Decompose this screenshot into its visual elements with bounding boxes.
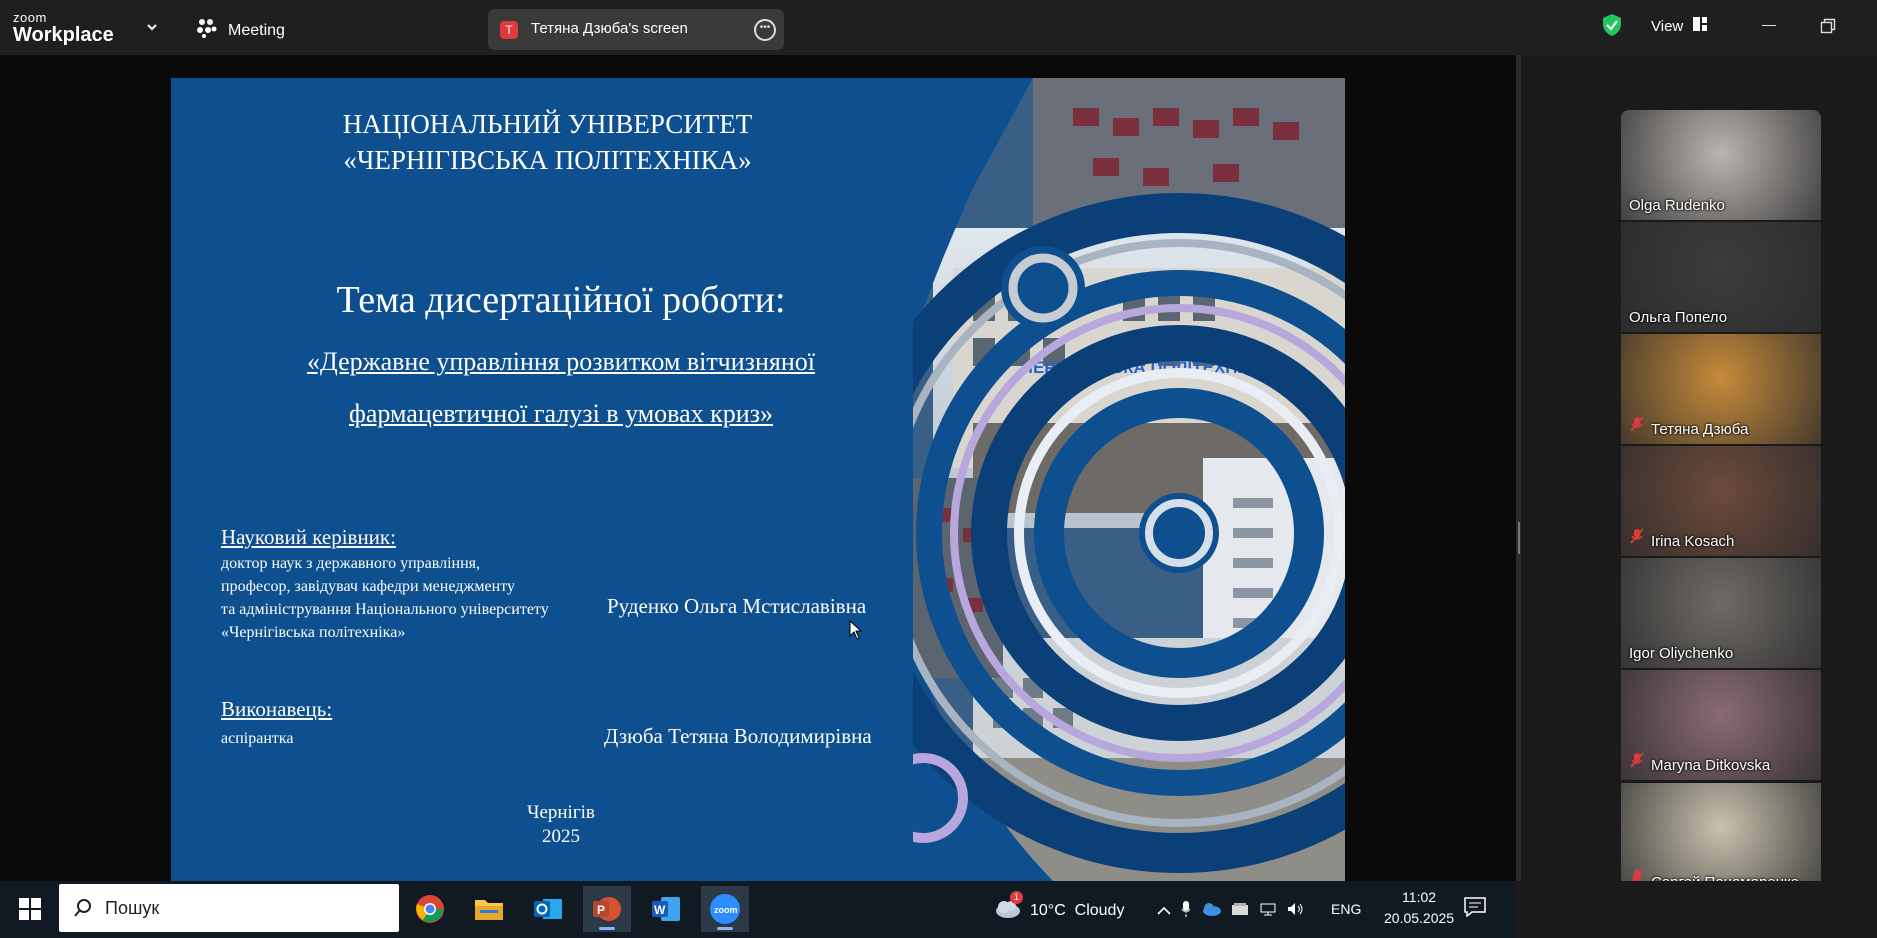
video-tile[interactable]: Olga Rudenko bbox=[1621, 110, 1821, 220]
clock-time: 11:02 bbox=[1402, 889, 1437, 905]
chrome-icon[interactable] bbox=[406, 886, 454, 932]
network-drive-icon[interactable] bbox=[1231, 902, 1249, 921]
security-shield-icon[interactable] bbox=[1602, 13, 1622, 42]
input-language[interactable]: ENG bbox=[1331, 901, 1361, 917]
volume-icon[interactable] bbox=[1287, 902, 1305, 921]
supervisor-desc-line-1: доктор наук з державного управління, bbox=[221, 555, 481, 572]
supervisor-label: Науковий керівник: bbox=[221, 525, 396, 549]
windows-taskbar: Пошук P W zoom 1 10°C Cloudy ENG 11:02 2… bbox=[0, 881, 1516, 938]
meeting-label: Meeting bbox=[228, 21, 285, 39]
mic-muted-icon bbox=[1629, 752, 1645, 773]
city-year: Чернігів 2025 bbox=[171, 801, 951, 849]
powerpoint-icon[interactable]: P bbox=[583, 886, 631, 932]
word-icon[interactable]: W bbox=[642, 886, 690, 932]
university-line-2: «ЧЕРНІГІВСЬКА ПОЛІТЕХНІКА» bbox=[343, 145, 752, 175]
supervisor-description: доктор наук з державного управління, про… bbox=[221, 552, 549, 644]
logo-big-text: Workplace bbox=[13, 24, 114, 46]
university-line-1: НАЦІОНАЛЬНИЙ УНІВЕРСИТЕТ bbox=[342, 109, 753, 139]
show-hidden-icons-icon[interactable] bbox=[1157, 903, 1171, 921]
active-indicator bbox=[717, 927, 733, 930]
microphone-icon[interactable] bbox=[1181, 900, 1191, 923]
thesis-title-line-1: «Державне управління розвитком вітчизнян… bbox=[307, 347, 815, 376]
thesis-theme-heading: Тема дисертаційної роботи: bbox=[336, 279, 786, 321]
panel-footer bbox=[1521, 881, 1877, 938]
weather-text: 10°C Cloudy bbox=[1030, 901, 1125, 919]
participant-name: Maryna Ditkovska bbox=[1651, 757, 1771, 774]
mouse-cursor-icon bbox=[849, 619, 863, 645]
notifications-icon[interactable] bbox=[1464, 897, 1486, 922]
system-clock[interactable]: 11:02 20.05.2025 bbox=[1384, 887, 1454, 929]
restore-window-icon[interactable] bbox=[1820, 18, 1836, 39]
video-tile-active-speaker[interactable]: Ольга Попело bbox=[1621, 222, 1821, 332]
grid-view-icon bbox=[1693, 17, 1708, 35]
sharer-avatar-badge: T bbox=[500, 21, 518, 39]
video-tile[interactable]: Тетяна Дзюба bbox=[1621, 334, 1821, 444]
minimize-icon[interactable] bbox=[1762, 25, 1776, 26]
system-tray bbox=[1157, 900, 1305, 923]
mic-muted-icon bbox=[1629, 416, 1645, 437]
svg-text:W: W bbox=[654, 903, 666, 917]
cloud-icon: 1 bbox=[994, 891, 1023, 924]
supervisor-name: Руденко Ольга Мстиславівна bbox=[607, 594, 867, 618]
weather-alert-badge: 1 bbox=[1010, 891, 1023, 904]
university-photo-collage: ЧЕРНІГІВСЬКА ПОЛІТЕХНІКА» bbox=[913, 78, 1345, 881]
video-tile[interactable]: Igor Oliychenko bbox=[1621, 558, 1821, 668]
mic-muted-icon bbox=[1629, 528, 1645, 549]
executor-name: Дзюба Тетяна Володимирівна bbox=[604, 724, 872, 748]
view-menu[interactable]: View bbox=[1651, 17, 1708, 35]
taskbar-search-box[interactable]: Пошук bbox=[59, 884, 399, 932]
onedrive-icon[interactable] bbox=[1201, 902, 1221, 921]
svg-text:P: P bbox=[597, 903, 605, 917]
video-tile[interactable]: Maryna Ditkovska bbox=[1621, 670, 1821, 780]
outlook-icon[interactable] bbox=[524, 886, 572, 932]
svg-text:zoom: zoom bbox=[714, 905, 738, 915]
share-label: Тетяна Дзюба's screen bbox=[531, 20, 688, 37]
search-placeholder: Пошук bbox=[105, 898, 160, 918]
supervisor-desc-line-3: та адміністрування Національного універс… bbox=[221, 601, 549, 618]
meeting-menu[interactable]: Meeting bbox=[196, 18, 285, 43]
participant-name: Olga Rudenko bbox=[1629, 197, 1725, 214]
presentation-slide: НАЦІОНАЛЬНИЙ УНІВЕРСИТЕТ «ЧЕРНІГІВСЬКА П… bbox=[171, 78, 1345, 881]
top-bar: zoom Workplace Meeting T Тетяна Дзюба's … bbox=[0, 0, 1877, 55]
active-indicator bbox=[599, 927, 615, 930]
participant-name: Тетяна Дзюба bbox=[1651, 421, 1749, 438]
network-icon[interactable] bbox=[1259, 902, 1277, 921]
supervisor-desc-line-4: «Чернігівська політехніка» bbox=[221, 624, 406, 641]
file-explorer-icon[interactable] bbox=[465, 886, 513, 932]
year: 2025 bbox=[542, 826, 580, 847]
executor-label: Виконавець: bbox=[221, 697, 333, 721]
clock-date: 20.05.2025 bbox=[1384, 910, 1455, 926]
zoom-icon[interactable]: zoom bbox=[701, 886, 749, 932]
video-tile[interactable]: Сергей Пономаренко bbox=[1621, 783, 1821, 897]
resize-grip[interactable] bbox=[1518, 522, 1520, 554]
weather-widget[interactable]: 1 10°C Cloudy bbox=[994, 891, 1125, 924]
windows-start-icon[interactable] bbox=[19, 898, 41, 925]
city: Чернігів bbox=[527, 802, 595, 823]
executor-description: аспірантка bbox=[221, 730, 294, 747]
thesis-theme-title: «Державне управління розвитком вітчизнян… bbox=[171, 336, 951, 440]
participant-name: Ольга Попело bbox=[1629, 309, 1728, 326]
meeting-dots-icon bbox=[196, 18, 218, 43]
chevron-down-icon[interactable] bbox=[146, 20, 158, 38]
participant-name: Igor Oliychenko bbox=[1629, 645, 1734, 662]
video-tile[interactable]: Irina Kosach bbox=[1621, 446, 1821, 556]
participant-name: Irina Kosach bbox=[1651, 533, 1735, 550]
university-title: НАЦІОНАЛЬНИЙ УНІВЕРСИТЕТ «ЧЕРНІГІВСЬКА П… bbox=[171, 106, 924, 178]
logo-small-text: zoom bbox=[13, 10, 47, 25]
supervisor-desc-line-2: професор, завідувач кафедри менеджменту bbox=[221, 578, 515, 595]
view-label: View bbox=[1651, 17, 1684, 35]
screen-share-indicator[interactable]: T Тетяна Дзюба's screen ••• bbox=[488, 9, 784, 50]
more-options-icon[interactable]: ••• bbox=[754, 19, 776, 41]
zoom-logo[interactable]: zoom Workplace bbox=[13, 11, 114, 45]
thesis-title-line-2: фармацевтичної галузі в умовах криз» bbox=[349, 399, 773, 428]
search-icon bbox=[73, 898, 93, 923]
